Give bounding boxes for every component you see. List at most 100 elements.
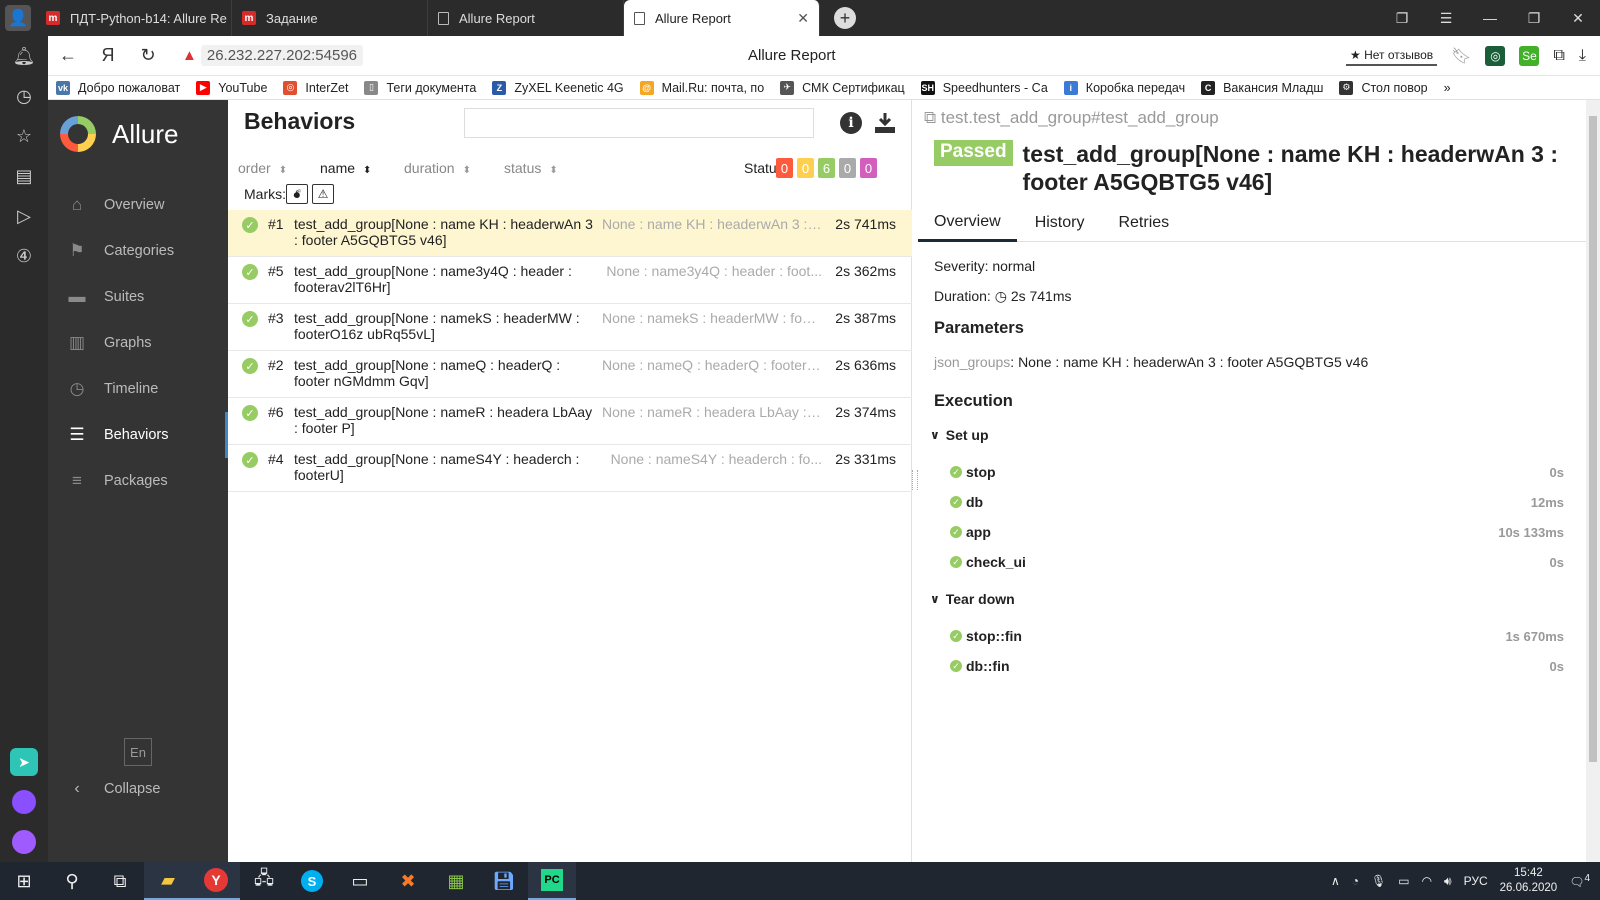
history-icon[interactable]: ◷ (0, 76, 48, 116)
collections-icon[interactable]: ❐ (1380, 10, 1424, 27)
execution-step[interactable]: ✓ check_ui 0s (934, 547, 1564, 577)
tab-retries[interactable]: Retries (1102, 204, 1185, 242)
test-row[interactable]: ✓ #6 test_add_group[None : nameR : headera… (228, 398, 912, 445)
sidebar-item-categories[interactable]: ⚑ Categories (48, 228, 228, 274)
test-row[interactable]: ✓ #3 test_add_group[None : namekS : header… (228, 304, 912, 351)
bookmark-item[interactable]: Z ZyXEL Keenetic 4G (484, 80, 631, 95)
download-icon[interactable] (872, 110, 898, 136)
alice-icon[interactable] (0, 782, 48, 822)
url-text[interactable]: 26.232.227.202:54596 (200, 45, 364, 66)
language-indicator[interactable]: РУС (1464, 874, 1488, 888)
more-bookmarks-icon[interactable]: » (1436, 81, 1459, 95)
play-icon[interactable]: ▷ (0, 196, 48, 236)
detail-scrollbar[interactable] (1586, 100, 1600, 862)
close-tab-icon[interactable]: ✕ (797, 10, 809, 27)
windows-start-icon[interactable]: ⊞ (0, 862, 48, 900)
sort-duration[interactable]: duration ⬍ (404, 160, 471, 176)
teardown-group[interactable]: ∨ Tear down (930, 591, 1564, 607)
battery-icon[interactable]: ▭ (1398, 874, 1409, 888)
bookmark-item[interactable]: ◎ InterZet (275, 80, 356, 95)
yandex-icon[interactable]: Я (88, 45, 128, 66)
bookmark-item[interactable]: ▶ YouTube (188, 80, 275, 95)
volume-icon[interactable]: 🔊︎ (1444, 874, 1452, 889)
test-path[interactable]: ⧉ test.test_add_group#test_add_group (924, 108, 1219, 128)
allure-logo[interactable]: Allure (48, 100, 228, 168)
assistant-icon[interactable] (0, 822, 48, 862)
status-filter-0[interactable]: 0 (776, 158, 793, 178)
sort-name[interactable]: name ⬍ (320, 160, 371, 176)
execution-step[interactable]: ✓ stop::fin 1s 670ms (934, 621, 1564, 651)
copy-icon[interactable]: ⧉ (924, 108, 936, 127)
browser-tab-2[interactable]: m Задание (232, 0, 428, 36)
extension-icon[interactable]: ◎ (1485, 45, 1506, 66)
close-window-button[interactable]: ✕ (1556, 10, 1600, 27)
search-input[interactable] (464, 108, 814, 138)
bookmark-icon[interactable]: 🔖︎ (1451, 46, 1471, 66)
pycharm-icon[interactable]: PC (528, 862, 576, 900)
setup-group[interactable]: ∨ Set up (930, 427, 1564, 443)
restore-button[interactable]: ❐ (1512, 10, 1556, 27)
save-icon[interactable]: 💾︎ (480, 862, 528, 900)
bomb-mark-toggle[interactable]: 💣︎ (286, 184, 308, 204)
minimize-button[interactable]: — (1468, 10, 1512, 26)
sidebar-item-graphs[interactable]: ▥ Graphs (48, 320, 228, 366)
bookmark-item[interactable]: SH Speedhunters - Са (913, 80, 1056, 95)
new-tab-button[interactable]: + (834, 7, 856, 29)
send-icon[interactable]: ➤ (0, 742, 48, 782)
bookmark-item[interactable]: vk Добро пожаловат (48, 80, 188, 95)
status-filter-4[interactable]: 0 (860, 158, 877, 178)
bookmark-item[interactable]: ✈ СМК Сертификац (772, 80, 913, 95)
scrollbar-thumb[interactable] (1589, 116, 1597, 762)
language-switch[interactable]: En (124, 738, 152, 766)
warning-icon[interactable]: ▲ (182, 47, 197, 64)
clock[interactable]: 15:42 26.06.2020 (1500, 866, 1558, 896)
reload-icon[interactable]: ↻ (128, 45, 168, 66)
back-arrow-icon[interactable]: ← (48, 45, 88, 66)
browser-tab-1[interactable]: m ПДТ-Python-b14: Allure Re (36, 0, 232, 36)
bookmark-item[interactable]: i Коробка передач (1056, 80, 1193, 95)
selenium-icon[interactable]: Se (1519, 45, 1540, 66)
sidebar-item-packages[interactable]: ≡ Packages (48, 458, 228, 504)
wifi-icon[interactable]: ◠ (1422, 874, 1432, 888)
tab-history[interactable]: History (1019, 204, 1101, 242)
execution-step[interactable]: ✓ db 12ms (934, 487, 1564, 517)
notification-icon[interactable]: 🗨︎4 (1569, 873, 1590, 889)
bookmark-item[interactable]: ⚙ Стол повор (1331, 80, 1435, 95)
chevron-up-icon[interactable]: ∧ (1331, 874, 1340, 888)
sidebar-item-overview[interactable]: ⌂ Overview (48, 182, 228, 228)
bookmark-item[interactable]: @ Mail.Ru: почта, по (632, 80, 772, 95)
sidebar-item-suites[interactable]: ▬ Suites (48, 274, 228, 320)
network-icon[interactable]: ◔ (1352, 874, 1359, 888)
microphone-icon[interactable]: 🎙︎ (1371, 874, 1386, 888)
status-filter-1[interactable]: 0 (797, 158, 814, 178)
browser-tab-3[interactable]: Allure Report (428, 0, 624, 36)
profile-avatar[interactable]: 👤 (0, 0, 36, 36)
file-explorer-icon[interactable]: ▰ (144, 862, 192, 900)
star-icon[interactable]: ☆ (0, 116, 48, 156)
execution-step[interactable]: ✓ db::fin 0s (934, 651, 1564, 681)
test-row[interactable]: ✓ #4 test_add_group[None : nameS4Y : heade… (228, 445, 912, 492)
number-4-icon[interactable]: ④ (0, 236, 48, 276)
info-icon[interactable]: i (840, 112, 862, 134)
sort-status[interactable]: status ⬍ (504, 160, 558, 176)
test-row[interactable]: ✓ #5 test_add_group[None : name3y4Q : head… (228, 257, 912, 304)
sidebar-item-timeline[interactable]: ◷ Timeline (48, 366, 228, 412)
notes-icon[interactable]: ▤ (0, 156, 48, 196)
task-view-icon[interactable]: ⧉ (96, 862, 144, 900)
xampp-icon[interactable]: ✖ (384, 862, 432, 900)
tab-overview[interactable]: Overview (918, 204, 1017, 242)
execution-step[interactable]: ✓ app 10s 133ms (934, 517, 1564, 547)
search-icon[interactable]: ⚲ (48, 862, 96, 900)
sort-order[interactable]: order ⬍ (238, 160, 287, 176)
status-filter-2[interactable]: 6 (818, 158, 835, 178)
test-row[interactable]: ✓ #1 test_add_group[None : name KH : heade… (228, 210, 912, 257)
status-filter-3[interactable]: 0 (839, 158, 856, 178)
extensions-icon[interactable]: ⧉ (1553, 47, 1564, 65)
sidebar-item-behaviors[interactable]: ☰ Behaviors (48, 412, 228, 458)
terminal-icon[interactable]: ▭ (336, 862, 384, 900)
reviews-button[interactable]: ★ Нет отзывов (1345, 46, 1438, 66)
bookmark-item[interactable]: ▯ Теги документа (356, 80, 484, 95)
execution-step[interactable]: ✓ stop 0s (934, 457, 1564, 487)
bookmark-item[interactable]: C Вакансия Младш (1193, 80, 1331, 95)
test-row[interactable]: ✓ #2 test_add_group[None : nameQ : headerQ… (228, 351, 912, 398)
